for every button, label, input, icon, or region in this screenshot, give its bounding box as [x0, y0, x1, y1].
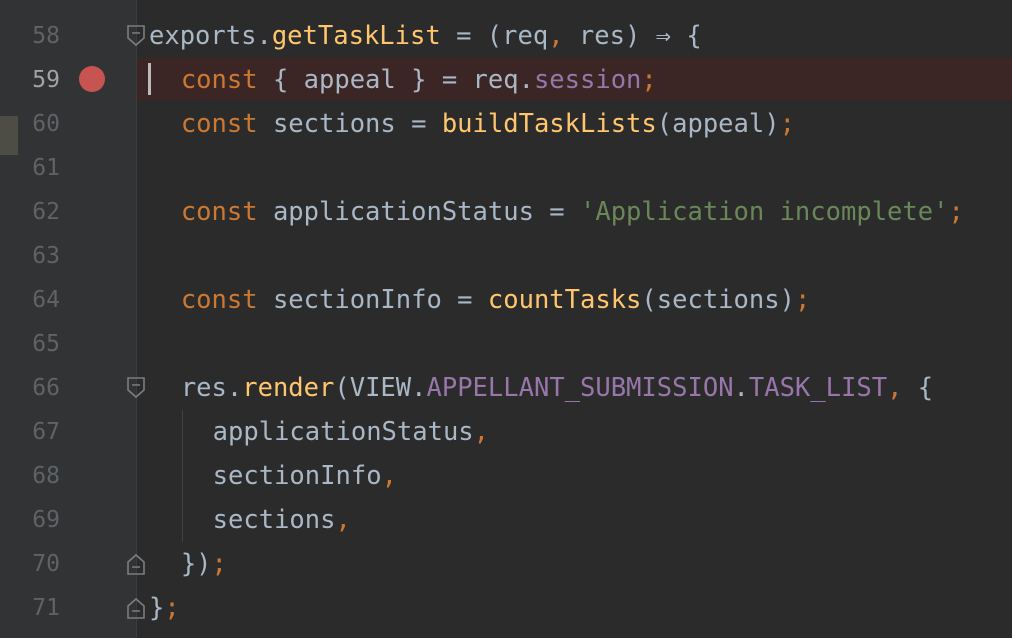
- code-token: sectionInfo =: [257, 285, 488, 315]
- code-token: countTasks: [487, 285, 642, 315]
- code-token: sectionInfo: [212, 461, 382, 491]
- code-token: sections: [212, 505, 336, 535]
- code-token: {: [902, 373, 934, 403]
- code-token: { appeal } = req.: [257, 65, 534, 95]
- code-line[interactable]: const { appeal } = req.session;: [181, 58, 657, 102]
- line-number[interactable]: 70: [18, 542, 60, 586]
- code-line[interactable]: sections,: [213, 498, 351, 542]
- code-line[interactable]: const sectionInfo = countTasks(sections)…: [181, 278, 810, 322]
- line-number[interactable]: 68: [18, 454, 60, 498]
- code-line[interactable]: };: [149, 586, 180, 630]
- code-token: ;: [211, 549, 227, 579]
- code-token: }): [180, 549, 212, 579]
- code-line[interactable]: res.render(VIEW.APPELLANT_SUBMISSION.TAS…: [181, 366, 933, 410]
- code-token: getTaskList: [271, 21, 441, 51]
- line-number[interactable]: 65: [18, 322, 60, 366]
- indent-guide: [181, 410, 183, 542]
- code-token: .: [256, 21, 272, 51]
- code-token: applicationStatus =: [257, 197, 580, 227]
- code-token: ;: [641, 65, 657, 95]
- code-line[interactable]: applicationStatus,: [213, 410, 489, 454]
- line-number[interactable]: 59: [18, 58, 60, 102]
- code-token: ;: [779, 109, 795, 139]
- code-token: ;: [948, 197, 964, 227]
- code-token: ,: [887, 373, 903, 403]
- left-tool-strip: [0, 0, 18, 638]
- code-token: TASK_LIST: [748, 373, 888, 403]
- code-token: (appeal): [656, 109, 780, 139]
- code-token: session: [533, 65, 642, 95]
- code-line[interactable]: const applicationStatus = 'Application i…: [181, 190, 964, 234]
- code-line[interactable]: const sections = buildTaskLists(appeal);: [181, 102, 795, 146]
- code-token: const: [180, 285, 258, 315]
- code-token: (VIEW.: [334, 373, 427, 403]
- code-token: res.: [180, 373, 243, 403]
- line-number[interactable]: 71: [18, 586, 60, 630]
- code-line[interactable]: exports.getTaskList = (req, res) ⇒ {: [149, 14, 702, 58]
- code-token: ,: [473, 417, 490, 447]
- code-token: APPELLANT_SUBMISSION: [426, 373, 734, 403]
- line-number[interactable]: 58: [18, 14, 60, 58]
- line-number[interactable]: 66: [18, 366, 60, 410]
- code-token: = (: [440, 21, 503, 51]
- code-token: ,: [381, 461, 397, 491]
- code-token: ,: [335, 505, 351, 535]
- code-token: ,: [548, 21, 564, 51]
- line-number[interactable]: 69: [18, 498, 60, 542]
- code-token: render: [242, 373, 335, 403]
- code-token: buildTaskLists: [441, 109, 657, 139]
- line-number[interactable]: 64: [18, 278, 60, 322]
- text-caret: [148, 63, 151, 95]
- code-token: .: [733, 373, 749, 403]
- code-token: (sections): [641, 285, 795, 315]
- code-token: res) ⇒ {: [563, 21, 702, 51]
- change-marker: [0, 116, 18, 155]
- line-number[interactable]: 67: [18, 410, 60, 454]
- code-token: const: [180, 109, 258, 139]
- code-line[interactable]: });: [181, 542, 227, 586]
- code-token: exports: [149, 21, 257, 51]
- code-token: const: [180, 65, 258, 95]
- code-token: req: [502, 21, 549, 51]
- fold-open-icon[interactable]: [126, 24, 146, 48]
- code-token: ;: [794, 285, 811, 315]
- code-token: sections =: [257, 109, 442, 139]
- code-editor[interactable]: 58 59 60 61 62 63 64 65 66 67 68 69 70 71 exports.get…: [0, 0, 1012, 638]
- line-number[interactable]: 63: [18, 234, 60, 278]
- line-number[interactable]: 62: [18, 190, 60, 234]
- code-token: applicationStatus: [212, 417, 474, 447]
- code-token: }: [149, 593, 165, 623]
- fold-close-icon[interactable]: [126, 552, 146, 576]
- code-token: const: [180, 197, 258, 227]
- breakpoint-icon[interactable]: [79, 66, 105, 92]
- line-number[interactable]: 60: [18, 102, 60, 146]
- code-token: 'Application incomplete': [580, 197, 949, 227]
- code-token: ;: [164, 593, 180, 623]
- fold-open-icon[interactable]: [126, 376, 146, 400]
- code-line[interactable]: sectionInfo,: [213, 454, 397, 498]
- line-number[interactable]: 61: [18, 146, 60, 190]
- fold-close-icon[interactable]: [126, 596, 146, 620]
